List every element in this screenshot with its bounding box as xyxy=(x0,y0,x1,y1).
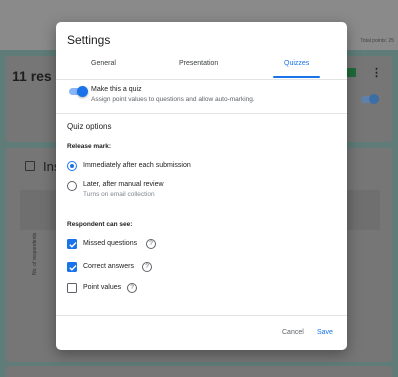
insights-icon xyxy=(25,161,35,171)
correct-answers-help-icon[interactable]: ? xyxy=(142,262,152,272)
correct-answers-label[interactable]: Correct answers xyxy=(83,263,134,270)
tab-general[interactable]: General xyxy=(91,60,116,67)
settings-tabs: General Presentation Quizzes xyxy=(56,58,347,80)
save-button[interactable]: Save xyxy=(317,329,333,336)
make-quiz-toggle[interactable] xyxy=(69,86,88,97)
settings-dialog: Settings General Presentation Quizzes Ma… xyxy=(56,22,347,350)
release-immediately-radio[interactable] xyxy=(67,161,77,171)
point-values-checkbox[interactable] xyxy=(67,283,77,293)
release-immediately-label[interactable]: Immediately after each submission xyxy=(83,162,191,169)
check-icon xyxy=(69,265,77,271)
point-values-help-icon[interactable]: ? xyxy=(127,283,137,293)
sheets-icon xyxy=(347,68,356,77)
active-tab-indicator xyxy=(273,76,320,78)
missed-questions-help-icon[interactable]: ? xyxy=(146,239,156,249)
make-quiz-description: Assign point values to questions and all… xyxy=(91,96,255,103)
quiz-options-title: Quiz options xyxy=(67,122,112,131)
cancel-button[interactable]: Cancel xyxy=(282,329,304,336)
accepting-responses-toggle xyxy=(361,94,379,104)
tab-quizzes[interactable]: Quizzes xyxy=(284,60,309,67)
release-later-label[interactable]: Later, after manual review xyxy=(83,181,164,188)
check-icon xyxy=(69,242,77,248)
footer-divider xyxy=(56,315,347,316)
more-options-icon: ⋮ xyxy=(371,67,382,79)
responses-title: 11 res xyxy=(12,68,52,84)
tabs-divider xyxy=(56,79,347,80)
point-values-label[interactable]: Point values xyxy=(83,284,121,291)
missed-questions-checkbox[interactable] xyxy=(67,239,77,249)
section-divider xyxy=(56,113,347,114)
bottom-card xyxy=(6,366,392,377)
respondent-can-see-label: Respondent can see: xyxy=(67,221,133,228)
release-later-radio[interactable] xyxy=(67,181,77,191)
make-quiz-label: Make this a quiz xyxy=(91,86,142,93)
correct-answers-checkbox[interactable] xyxy=(67,262,77,272)
release-later-sub: Turns on email collection xyxy=(83,191,155,198)
toggle-knob xyxy=(77,86,88,97)
tab-presentation[interactable]: Presentation xyxy=(179,60,218,67)
release-mark-label: Release mark: xyxy=(67,143,112,150)
total-points-label: Total points: 25 xyxy=(360,38,394,44)
chart-axis-label: No. of respondents xyxy=(32,232,38,275)
missed-questions-label[interactable]: Missed questions xyxy=(83,240,137,247)
dialog-title: Settings xyxy=(67,33,111,47)
